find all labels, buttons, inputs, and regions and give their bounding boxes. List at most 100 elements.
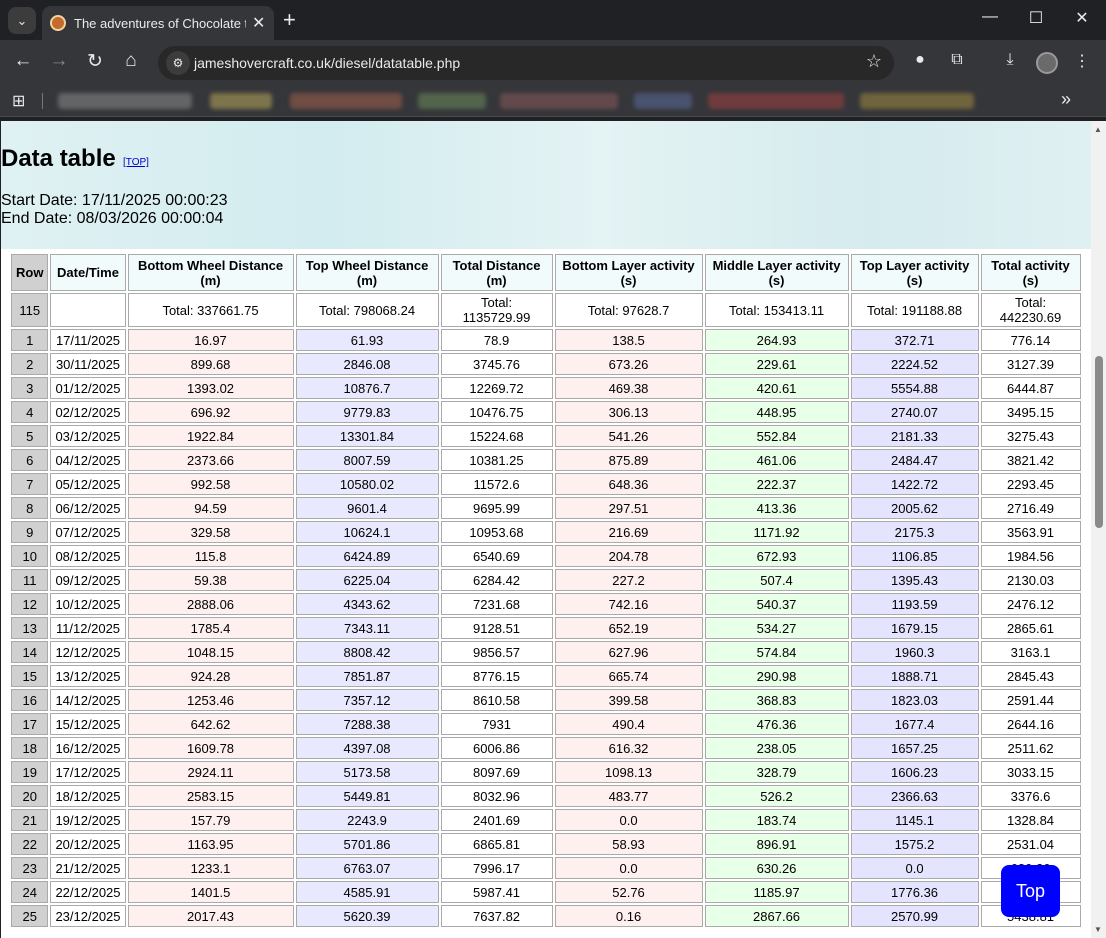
bookmark-item[interactable]: [418, 93, 486, 109]
row-number-cell: 13: [11, 617, 49, 639]
row-number-cell: 8: [11, 497, 49, 519]
table-cell: 6424.89: [295, 545, 439, 567]
row-number-cell: 2: [11, 353, 49, 375]
table-cell: 10624.1: [295, 521, 439, 543]
table-cell: 507.4: [704, 569, 849, 591]
url-text[interactable]: jameshovercraft.co.uk/diesel/datatable.p…: [194, 55, 460, 71]
bookmark-item[interactable]: [708, 93, 844, 109]
table-row: 11 09/12/2025 59.38 6225.04 6284.42 227.2 507.…: [11, 569, 1081, 591]
row-number-cell: 5: [11, 425, 49, 447]
table-cell: 10876.7: [295, 377, 439, 399]
profile-avatar[interactable]: [1036, 52, 1058, 74]
table-cell: 372.71: [850, 329, 979, 351]
bookmark-item[interactable]: [290, 93, 402, 109]
table-cell: 0.0: [850, 857, 979, 879]
address-bar[interactable]: ⚙ jameshovercraft.co.uk/diesel/datatable…: [158, 46, 894, 80]
download-icon[interactable]: ⤓: [998, 51, 1022, 69]
extension-icon[interactable]: ●: [908, 51, 932, 69]
table-cell: 8097.69: [440, 761, 553, 783]
table-row: 7 05/12/2025 992.58 10580.02 11572.6 648.36 22…: [11, 473, 1081, 495]
header-bottom-layer: Bottom Layer activity (s): [554, 254, 703, 291]
page-title: Data table: [1, 145, 116, 172]
minimize-icon[interactable]: —: [978, 8, 1002, 26]
table-cell: 1253.46: [127, 689, 294, 711]
table-cell: 2570.99: [850, 905, 979, 927]
new-tab-button[interactable]: +: [283, 8, 296, 32]
maximize-icon[interactable]: ☐: [1024, 8, 1048, 28]
scroll-up-icon[interactable]: ▲: [1094, 125, 1102, 134]
table-cell: 1393.02: [127, 377, 294, 399]
table-cell: 9695.99: [440, 497, 553, 519]
scroll-down-icon[interactable]: ▼: [1094, 925, 1102, 934]
table-row: 15 13/12/2025 924.28 7851.87 8776.15 665.74 29…: [11, 665, 1081, 687]
table-cell: 03/12/2025: [50, 425, 126, 447]
tab-search-button[interactable]: ⌄: [8, 7, 36, 34]
header-top-wheel: Top Wheel Distance (m): [295, 254, 439, 291]
table-row: 21 19/12/2025 157.79 2243.9 2401.69 0.0 183.74…: [11, 809, 1081, 831]
table-cell: 1185.97: [704, 881, 849, 903]
forward-icon[interactable]: →: [46, 50, 72, 72]
row-number-cell: 24: [11, 881, 49, 903]
site-info-icon[interactable]: ⚙: [166, 51, 190, 75]
tab-close-icon[interactable]: ✕: [252, 13, 265, 33]
menu-kebab-icon[interactable]: ⋮: [1070, 51, 1094, 71]
reload-icon[interactable]: ↻: [82, 50, 108, 73]
tab-title: The adventures of Chocolate th: [74, 15, 246, 31]
bookmark-star-icon[interactable]: ☆: [866, 51, 882, 72]
table-cell: 10476.75: [440, 401, 553, 423]
window-close-icon[interactable]: ✕: [1070, 8, 1094, 28]
table-cell: 6444.87: [980, 377, 1081, 399]
table-cell: 6763.07: [295, 857, 439, 879]
table-row: 25 23/12/2025 2017.43 5620.39 7637.82 0.16 286…: [11, 905, 1081, 927]
extensions-puzzle-icon[interactable]: ⧉: [945, 51, 969, 69]
table-cell: 2181.33: [850, 425, 979, 447]
row-number-cell: 20: [11, 785, 49, 807]
bookmark-item[interactable]: [860, 93, 974, 109]
totals-row: 115 Total: 337661.75 Total: 798068.24 To…: [11, 293, 1081, 327]
top-button[interactable]: Top: [1001, 865, 1060, 917]
apps-grid-icon[interactable]: ⊞: [12, 91, 25, 111]
row-number-cell: 19: [11, 761, 49, 783]
top-link[interactable]: [TOP]: [123, 157, 149, 168]
table-cell: 2591.44: [980, 689, 1081, 711]
table-cell: 3033.15: [980, 761, 1081, 783]
table-cell: 1328.84: [980, 809, 1081, 831]
web-page: Data table [TOP] Start Date: 17/11/2025 …: [1, 121, 1091, 938]
table-cell: 5701.86: [295, 833, 439, 855]
bookmark-item[interactable]: [58, 93, 192, 109]
active-tab[interactable]: The adventures of Chocolate th ✕: [42, 6, 274, 40]
table-row: 24 22/12/2025 1401.5 4585.91 5987.41 52.76 118…: [11, 881, 1081, 903]
table-row: 16 14/12/2025 1253.46 7357.12 8610.58 399.58 3…: [11, 689, 1081, 711]
page-scrollbar[interactable]: ▲ ▼: [1091, 121, 1106, 938]
table-row: 4 02/12/2025 696.92 9779.83 10476.75 306.13 44…: [11, 401, 1081, 423]
bookmark-item[interactable]: [210, 93, 272, 109]
table-cell: 1145.1: [850, 809, 979, 831]
bookmark-item[interactable]: [500, 93, 618, 109]
table-row: 13 11/12/2025 1785.4 7343.11 9128.51 652.19 53…: [11, 617, 1081, 639]
table-cell: 2846.08: [295, 353, 439, 375]
table-row: 1 17/11/2025 16.97 61.93 78.9 138.5 264.93 372.…: [11, 329, 1081, 351]
table-cell: 2243.9: [295, 809, 439, 831]
table-cell: 115.8: [127, 545, 294, 567]
more-bookmarks-icon[interactable]: »: [1061, 89, 1071, 110]
table-cell: 328.79: [704, 761, 849, 783]
table-cell: 3376.6: [980, 785, 1081, 807]
table-cell: 2476.12: [980, 593, 1081, 615]
table-cell: 1395.43: [850, 569, 979, 591]
row-number-cell: 3: [11, 377, 49, 399]
table-cell: 6865.81: [440, 833, 553, 855]
table-cell: 1785.4: [127, 617, 294, 639]
back-icon[interactable]: ←: [10, 50, 36, 72]
bookmark-item[interactable]: [634, 93, 692, 109]
header-total-activity: Total activity (s): [980, 254, 1081, 291]
table-cell: 2888.06: [127, 593, 294, 615]
table-cell: 776.14: [980, 329, 1081, 351]
home-icon[interactable]: ⌂: [118, 50, 144, 72]
table-cell: 2366.63: [850, 785, 979, 807]
totals-cell: Total: 1135729.99: [440, 293, 553, 327]
data-table-container: Row Date/Time Bottom Wheel Distance (m) …: [9, 252, 1091, 938]
row-number-cell: 15: [11, 665, 49, 687]
table-cell: 652.19: [554, 617, 703, 639]
scrollbar-thumb[interactable]: [1095, 356, 1103, 528]
table-cell: 1960.3: [850, 641, 979, 663]
